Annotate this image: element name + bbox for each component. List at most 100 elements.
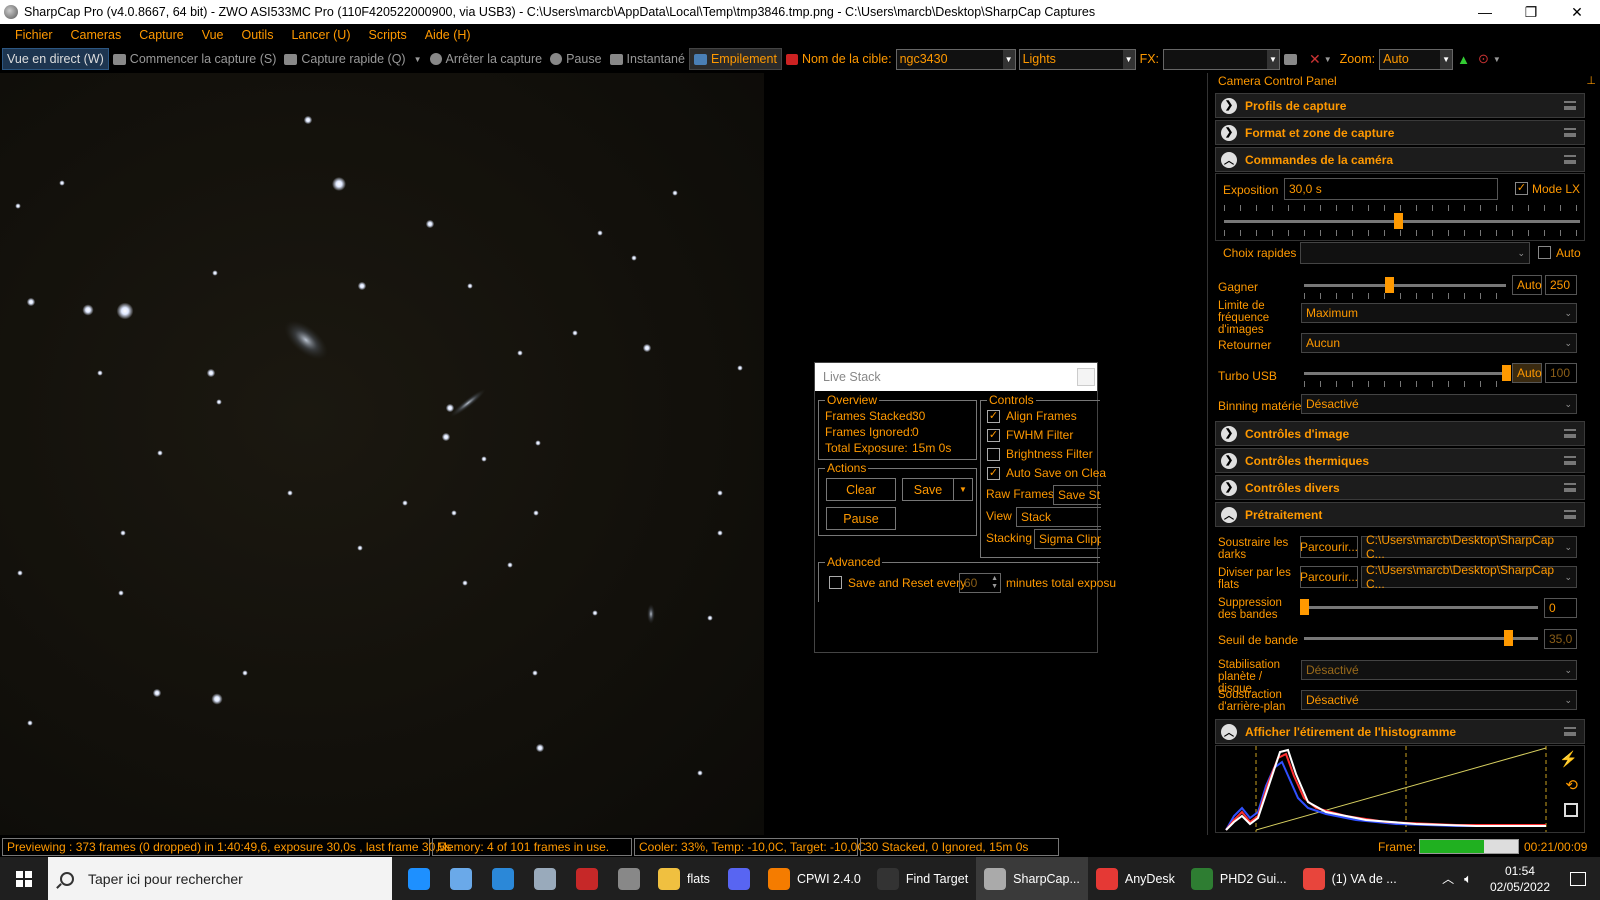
taskbar-item[interactable]: Find Target bbox=[869, 857, 976, 900]
usb-turbo-slider-thumb[interactable] bbox=[1502, 365, 1511, 381]
snapshot-button[interactable]: Instantané bbox=[606, 48, 689, 70]
hamburger-icon[interactable] bbox=[1564, 429, 1576, 438]
exposure-slider-thumb[interactable] bbox=[1394, 213, 1404, 229]
lx-mode-checkbox[interactable]: ✓ bbox=[1515, 182, 1528, 195]
tools-button[interactable]: ⊙ ▼ bbox=[1474, 48, 1505, 70]
banding-slider-thumb[interactable] bbox=[1300, 599, 1309, 615]
taskbar-search-box[interactable]: Taper ici pour rechercher bbox=[48, 857, 392, 900]
frame-type-select[interactable]: Lights ▼ bbox=[1018, 48, 1136, 70]
chevron-up-icon[interactable]: ︿ bbox=[1442, 870, 1454, 887]
pause-button[interactable]: Pause bbox=[546, 48, 605, 70]
hamburger-icon[interactable] bbox=[1564, 128, 1576, 137]
menu-capture[interactable]: Capture bbox=[130, 28, 192, 42]
minimize-button[interactable]: — bbox=[1462, 0, 1508, 24]
pin-icon[interactable]: ⊥ bbox=[1586, 73, 1596, 89]
menu-outils[interactable]: Outils bbox=[233, 28, 283, 42]
fx-select[interactable]: ▼ bbox=[1163, 48, 1281, 70]
auto-save-checkbox[interactable]: ✓ bbox=[987, 467, 1000, 480]
stacking-button[interactable]: Empilement bbox=[688, 48, 782, 70]
fps-limit-select[interactable]: Maximum ⌄ bbox=[1301, 303, 1577, 323]
stabilization-select[interactable]: Désactivé ⌄ bbox=[1301, 660, 1577, 680]
fwhm-filter-checkbox[interactable]: ✓ bbox=[987, 429, 1000, 442]
histogram-display[interactable]: ⚡ ⟲ bbox=[1215, 745, 1585, 833]
section-histogram[interactable]: ︿ Afficher l'étirement de l'histogramme bbox=[1215, 719, 1585, 744]
clear-button[interactable]: Clear bbox=[826, 478, 896, 501]
gain-auto-button[interactable]: Auto bbox=[1512, 275, 1542, 295]
flats-browse-button[interactable]: Parcourir... bbox=[1300, 566, 1358, 588]
darks-browse-button[interactable]: Parcourir... bbox=[1300, 536, 1358, 558]
taskbar-item[interactable] bbox=[524, 857, 566, 900]
reticle-button[interactable]: ✕ ▼ bbox=[1305, 48, 1336, 70]
section-profiles[interactable]: ❯ Profils de capture bbox=[1215, 93, 1585, 118]
align-frames-checkbox[interactable]: ✓ bbox=[987, 410, 1000, 423]
save-button[interactable]: Save bbox=[902, 478, 954, 501]
taskbar-item[interactable]: CPWI 2.4.0 bbox=[760, 857, 869, 900]
save-reset-checkbox[interactable] bbox=[829, 576, 842, 589]
volume-icon[interactable]: 🔈︎ bbox=[1464, 871, 1472, 887]
usb-turbo-slider[interactable] bbox=[1304, 372, 1506, 375]
section-format[interactable]: ❯ Format et zone de capture bbox=[1215, 120, 1585, 145]
hamburger-icon[interactable] bbox=[1564, 155, 1576, 164]
banding-slider[interactable] bbox=[1304, 606, 1538, 609]
taskbar-item[interactable]: SharpCap... bbox=[976, 857, 1088, 900]
taskbar-item[interactable]: PHD2 Gui... bbox=[1183, 857, 1295, 900]
grid-toggle-button[interactable] bbox=[1280, 48, 1305, 70]
maximize-button[interactable]: ❐ bbox=[1508, 0, 1554, 24]
quick-choice-select[interactable]: ⌄ bbox=[1300, 242, 1530, 264]
hamburger-icon[interactable] bbox=[1564, 101, 1576, 110]
taskbar-item[interactable]: AnyDesk bbox=[1088, 857, 1183, 900]
taskbar-item[interactable] bbox=[608, 857, 650, 900]
taskbar-item[interactable] bbox=[440, 857, 482, 900]
menu-vue[interactable]: Vue bbox=[193, 28, 233, 42]
taskbar-item[interactable]: flats bbox=[650, 857, 718, 900]
auto-stretch-icon[interactable]: ⚡ bbox=[1559, 750, 1578, 768]
live-stack-close-button[interactable] bbox=[1077, 368, 1095, 386]
usb-auto-button[interactable]: Auto bbox=[1512, 363, 1542, 383]
live-view-button[interactable]: Vue en direct (W) bbox=[2, 48, 109, 70]
hamburger-icon[interactable] bbox=[1564, 483, 1576, 492]
menu-lancer[interactable]: Lancer (U) bbox=[282, 28, 359, 42]
save-options-dropdown[interactable]: ▼ bbox=[953, 478, 973, 501]
flats-path-select[interactable]: C:\Users\marcb\Desktop\SharpCap C... ⌄ bbox=[1361, 563, 1577, 591]
binning-select[interactable]: Désactivé ⌄ bbox=[1301, 394, 1577, 414]
darks-path-select[interactable]: C:\Users\marcb\Desktop\SharpCap C... ⌄ bbox=[1361, 533, 1577, 561]
gain-value-input[interactable]: 250 bbox=[1545, 275, 1577, 295]
section-thermal-controls[interactable]: ❯ Contrôles thermiques bbox=[1215, 448, 1585, 473]
hamburger-icon[interactable] bbox=[1564, 456, 1576, 465]
section-camera-controls[interactable]: ︿ Commandes de la caméra bbox=[1215, 147, 1585, 172]
section-preprocessing[interactable]: ︿ Prétraitement bbox=[1215, 502, 1585, 527]
target-name-input[interactable]: ngc3430 ▼ bbox=[895, 48, 1016, 70]
raw-frames-select[interactable]: Save St bbox=[1053, 485, 1101, 505]
histogram-button[interactable]: ▲ bbox=[1453, 48, 1474, 70]
menu-scripts[interactable]: Scripts bbox=[360, 28, 416, 42]
taskbar-item[interactable] bbox=[398, 857, 440, 900]
background-subtraction-select[interactable]: Désactivé ⌄ bbox=[1301, 690, 1577, 710]
menu-fichier[interactable]: Fichier bbox=[6, 28, 62, 42]
hamburger-icon[interactable] bbox=[1564, 510, 1576, 519]
section-misc-controls[interactable]: ❯ Contrôles divers bbox=[1215, 475, 1585, 500]
flip-select[interactable]: Aucun ⌄ bbox=[1301, 333, 1577, 353]
taskbar-item[interactable] bbox=[482, 857, 524, 900]
banding-value-input[interactable]: 0 bbox=[1544, 598, 1577, 618]
live-image-view[interactable] bbox=[0, 73, 764, 835]
windows-start-button[interactable] bbox=[0, 857, 48, 900]
gain-slider-thumb[interactable] bbox=[1384, 277, 1394, 293]
taskbar-item[interactable] bbox=[718, 857, 760, 900]
section-image-controls[interactable]: ❯ Contrôles d'image bbox=[1215, 421, 1585, 446]
quick-auto-checkbox[interactable] bbox=[1538, 246, 1551, 259]
spinner-arrows-icon[interactable]: ▲ ▼ bbox=[991, 575, 998, 591]
gain-slider[interactable] bbox=[1304, 284, 1506, 287]
band-threshold-slider-thumb[interactable] bbox=[1503, 630, 1513, 646]
usb-turbo-value-input[interactable]: 100 bbox=[1545, 363, 1577, 383]
stacking-select[interactable]: Sigma Clipp bbox=[1034, 529, 1101, 549]
hamburger-icon[interactable] bbox=[1564, 727, 1576, 736]
menu-aide[interactable]: Aide (H) bbox=[416, 28, 480, 42]
pause-stacking-button[interactable]: Pause bbox=[826, 507, 896, 530]
band-threshold-value-input[interactable]: 35,0 bbox=[1544, 629, 1577, 649]
taskbar-item[interactable] bbox=[566, 857, 608, 900]
menu-cameras[interactable]: Cameras bbox=[62, 28, 131, 42]
zoom-select[interactable]: Auto ▼ bbox=[1379, 48, 1454, 70]
taskbar-item[interactable]: (1) VA de ... bbox=[1295, 857, 1405, 900]
brightness-filter-checkbox[interactable] bbox=[987, 448, 1000, 461]
clock[interactable]: 01:54 02/05/2022 bbox=[1490, 863, 1550, 895]
